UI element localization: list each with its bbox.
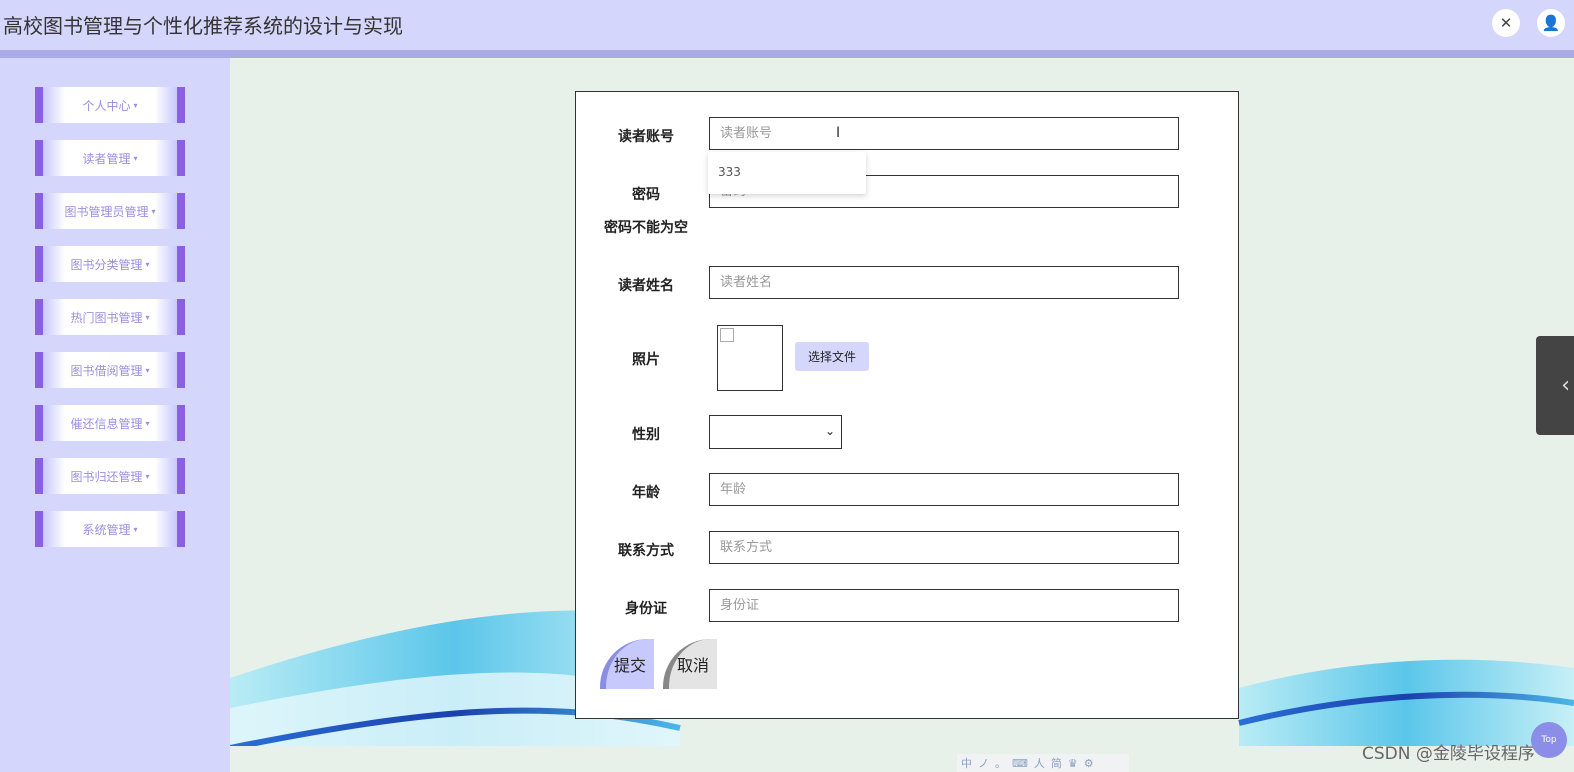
name-input[interactable] bbox=[709, 266, 1179, 299]
contact-input[interactable] bbox=[709, 531, 1179, 564]
ime-toolbar: 中 ノ 。 ⌨ 人 简 ♛ ⚙ bbox=[957, 754, 1129, 772]
chevron-left-icon: ‹ bbox=[1561, 373, 1570, 398]
sidebar-item-label: 热门图书管理 bbox=[70, 310, 143, 325]
user-icon[interactable]: 👤 bbox=[1537, 9, 1565, 37]
password-error: 密码不能为空 bbox=[604, 220, 688, 236]
caret-down-icon: ▾ bbox=[145, 312, 150, 322]
ime-item[interactable]: 。 bbox=[995, 755, 1006, 771]
watermark: CSDN @金陵毕设程序 bbox=[1362, 744, 1535, 764]
sidebar-item-label: 图书分类管理 bbox=[70, 257, 143, 272]
caret-down-icon: ▾ bbox=[151, 206, 156, 216]
ime-item[interactable]: ♛ bbox=[1068, 757, 1078, 770]
submit-button[interactable]: 提交 bbox=[600, 639, 654, 689]
sidebar-item-label: 图书归还管理 bbox=[70, 469, 143, 484]
add-reader-form: 读者账号 密码 密码不能为空 333 读者姓名 照片 选择文件 性别 ⌄ 年龄 … bbox=[575, 91, 1239, 719]
age-input[interactable] bbox=[709, 473, 1179, 506]
text-cursor-icon: I bbox=[836, 125, 841, 141]
fullscreen-icon[interactable]: ✕ bbox=[1492, 9, 1520, 37]
account-input[interactable] bbox=[709, 117, 1179, 150]
sidebar-item-label: 图书借阅管理 bbox=[70, 363, 143, 378]
contact-label: 联系方式 bbox=[618, 543, 674, 559]
caret-down-icon: ▾ bbox=[133, 153, 138, 163]
sidebar-item-category-management[interactable]: 图书分类管理 ▾ bbox=[35, 246, 185, 282]
sidebar-item-label: 系统管理 bbox=[82, 522, 131, 537]
choose-file-button[interactable]: 选择文件 bbox=[795, 342, 869, 371]
chevron-down-icon: ⌄ bbox=[824, 424, 835, 438]
age-label: 年龄 bbox=[632, 485, 660, 501]
sidebar-item-librarian-management[interactable]: 图书管理员管理 ▾ bbox=[35, 193, 185, 229]
back-to-top-button[interactable]: Top bbox=[1531, 722, 1567, 758]
ime-item[interactable]: ノ bbox=[978, 755, 989, 771]
caret-down-icon: ▾ bbox=[133, 100, 138, 110]
caret-down-icon: ▾ bbox=[145, 365, 150, 375]
caret-down-icon: ▾ bbox=[145, 471, 150, 481]
gender-label: 性别 bbox=[632, 427, 660, 443]
ime-item[interactable]: ⚙ bbox=[1084, 757, 1094, 770]
sidebar-item-label: 个人中心 bbox=[82, 98, 131, 113]
ime-item[interactable]: 人 bbox=[1034, 755, 1045, 771]
caret-down-icon: ▾ bbox=[145, 259, 150, 269]
name-label: 读者姓名 bbox=[618, 278, 674, 294]
sidebar-item-personal-center[interactable]: 个人中心 ▾ bbox=[35, 87, 185, 123]
sidebar-item-label: 读者管理 bbox=[82, 151, 131, 166]
password-label: 密码 bbox=[632, 187, 660, 203]
header-strip bbox=[0, 50, 1574, 58]
sidebar: 个人中心 ▾ 读者管理 ▾ 图书管理员管理 ▾ 图书分类管理 ▾ 热门图书管理 ▾ 图书借… bbox=[0, 58, 230, 772]
cancel-button[interactable]: 取消 bbox=[663, 639, 717, 689]
gender-select[interactable]: ⌄ bbox=[709, 415, 842, 449]
ime-item[interactable]: ⌨ bbox=[1012, 757, 1028, 770]
sidebar-item-return-management[interactable]: 图书归还管理 ▾ bbox=[35, 458, 185, 494]
ime-item[interactable]: 中 bbox=[961, 755, 972, 771]
top-bar: 高校图书管理与个性化推荐系统的设计与实现 ✕ 👤 bbox=[0, 0, 1574, 50]
sidebar-item-popular-books[interactable]: 热门图书管理 ▾ bbox=[35, 299, 185, 335]
account-label: 读者账号 bbox=[618, 129, 674, 145]
caret-down-icon: ▾ bbox=[133, 524, 138, 534]
side-panel-toggle[interactable]: ‹ bbox=[1536, 336, 1574, 435]
sidebar-item-label: 图书管理员管理 bbox=[64, 204, 149, 219]
sidebar-item-reader-management[interactable]: 读者管理 ▾ bbox=[35, 140, 185, 176]
autocomplete-option[interactable]: 333 bbox=[708, 152, 866, 194]
caret-down-icon: ▾ bbox=[145, 418, 150, 428]
idcard-label: 身份证 bbox=[625, 601, 667, 617]
idcard-input[interactable] bbox=[709, 589, 1179, 622]
sidebar-item-system-management[interactable]: 系统管理 ▾ bbox=[35, 511, 185, 547]
photo-label: 照片 bbox=[632, 352, 660, 368]
broken-image-icon bbox=[720, 328, 734, 342]
app-title: 高校图书管理与个性化推荐系统的设计与实现 bbox=[3, 14, 403, 38]
sidebar-item-borrowing-management[interactable]: 图书借阅管理 ▾ bbox=[35, 352, 185, 388]
sidebar-item-reminder-management[interactable]: 催还信息管理 ▾ bbox=[35, 405, 185, 441]
ime-item[interactable]: 简 bbox=[1051, 755, 1062, 771]
sidebar-item-label: 催还信息管理 bbox=[70, 416, 143, 431]
photo-preview bbox=[717, 325, 783, 391]
